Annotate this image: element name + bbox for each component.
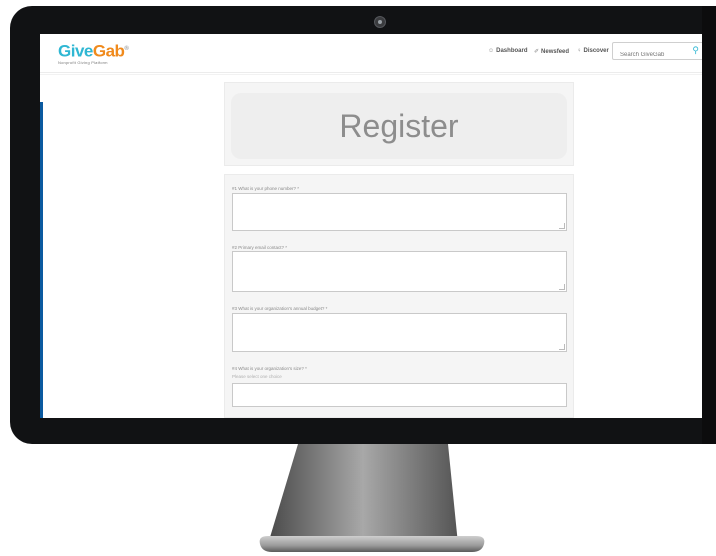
givegab-logo[interactable]: GiveGab® xyxy=(58,40,129,61)
registered-mark: ® xyxy=(124,46,129,52)
question-2-label: #2 Primary email contact? * xyxy=(232,245,288,250)
email-contact-field[interactable] xyxy=(232,251,567,292)
question-1-label: #1 What is your phone number? * xyxy=(232,186,300,191)
logo-gab-text: Gab xyxy=(92,41,125,61)
registration-form: #1 What is your phone number? * #2 Prima… xyxy=(224,174,574,418)
nav-discover-label: Discover xyxy=(583,48,609,54)
search-icon[interactable]: ⚲ xyxy=(692,45,699,56)
monitor-stand-base xyxy=(259,536,485,552)
nav-dashboard[interactable]: ☺ Dashboard xyxy=(488,48,527,54)
search-input[interactable] xyxy=(618,47,694,63)
monitor-stand-neck xyxy=(268,444,458,544)
camera-icon xyxy=(374,16,386,28)
phone-number-field[interactable] xyxy=(232,193,567,231)
organization-size-select[interactable] xyxy=(232,383,567,407)
nav-newsfeed[interactable]: ✐ Newsfeed xyxy=(534,48,569,55)
search-box: ⚲ xyxy=(612,42,704,63)
logo-give-text: Give xyxy=(58,41,93,61)
annual-budget-field[interactable] xyxy=(232,313,567,352)
question-4-hint: Please select one choice xyxy=(232,374,282,379)
newsfeed-icon: ✐ xyxy=(534,49,540,55)
monitor-frame: GiveGab® Nonprofit Giving Platform ☺ Dash… xyxy=(10,6,716,444)
nav-discover[interactable]: ♀ Discover xyxy=(577,48,609,54)
screen-edge xyxy=(40,102,43,418)
logo-tagline: Nonprofit Giving Platform xyxy=(58,60,108,65)
question-4-label: #4 What is your organization's size? * xyxy=(232,366,307,371)
discover-icon: ♀ xyxy=(577,48,582,54)
site-header: GiveGab® Nonprofit Giving Platform ☺ Dash… xyxy=(40,34,716,73)
dashboard-icon: ☺ xyxy=(488,48,495,54)
register-header-panel: Register xyxy=(224,82,574,166)
nav-dashboard-label: Dashboard xyxy=(496,48,528,54)
browser-screen: GiveGab® Nonprofit Giving Platform ☺ Dash… xyxy=(40,34,716,418)
register-title: Register xyxy=(231,93,567,159)
header-divider xyxy=(40,74,716,75)
question-3-label: #3 What is your organization's annual bu… xyxy=(232,306,328,311)
nav-newsfeed-label: Newsfeed xyxy=(541,49,570,55)
